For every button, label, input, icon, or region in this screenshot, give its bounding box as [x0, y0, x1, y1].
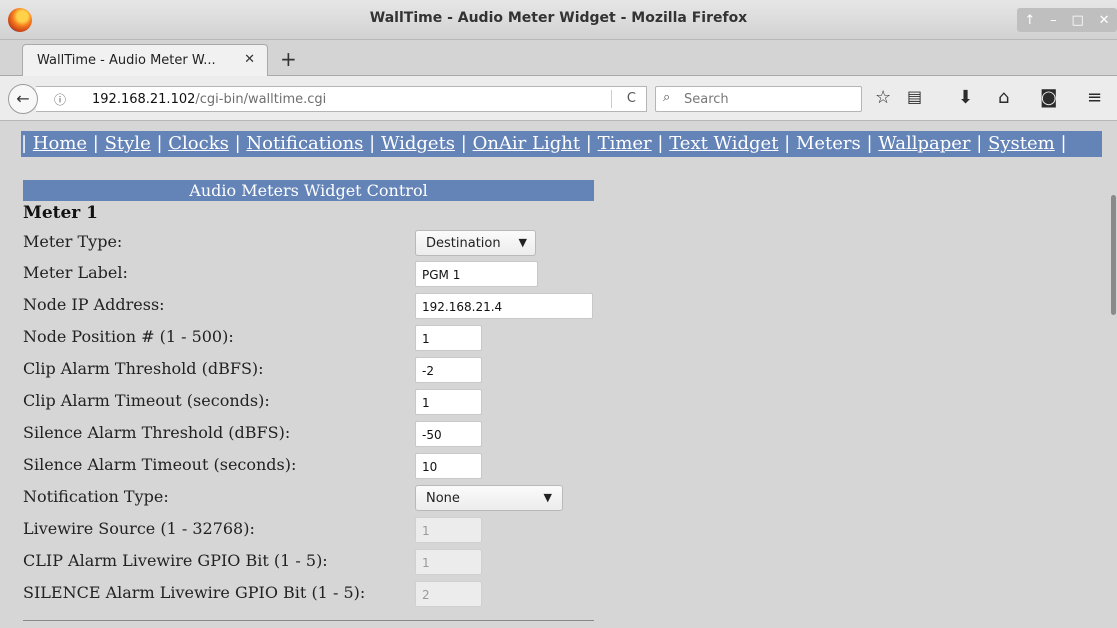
search-placeholder: Search	[684, 92, 729, 107]
search-input[interactable]: ⌕ Search	[655, 86, 862, 112]
notification-type-value: None	[426, 491, 460, 506]
url-separator	[611, 90, 612, 108]
nav-separator: |	[21, 133, 33, 154]
notification-type-label: Notification Type:	[23, 487, 169, 506]
chevron-down-icon: ▼	[543, 491, 552, 504]
nav-separator: |	[860, 133, 879, 154]
silence-timeout-label: Silence Alarm Timeout (seconds):	[23, 455, 297, 474]
meter-title: Meter 1	[23, 203, 99, 223]
clip-threshold-label: Clip Alarm Threshold (dBFS):	[23, 359, 264, 378]
window-title: WallTime - Audio Meter Widget - Mozilla …	[369, 10, 748, 26]
nav-link-widgets[interactable]: Widgets	[381, 133, 455, 154]
silence-gpio-input: 2	[415, 581, 482, 607]
title-bar: WallTime - Audio Meter Widget - Mozilla …	[0, 0, 1117, 40]
clip-threshold-input[interactable]: -2	[415, 357, 482, 383]
url-text: 192.168.21.102/cgi-bin/walltime.cgi	[92, 92, 326, 107]
nav-separator: |	[150, 133, 169, 154]
tab-bar: WallTime - Audio Meter W... ✕ +	[0, 40, 1117, 76]
nav-separator: |	[580, 133, 598, 154]
nav-separator: |	[363, 133, 381, 154]
site-nav-links: | Home | Style | Clocks | Notifications …	[21, 131, 1102, 157]
clip-gpio-label: CLIP Alarm Livewire GPIO Bit (1 - 5):	[23, 551, 328, 570]
tab-close-icon[interactable]: ✕	[244, 52, 255, 67]
window-maximize-icon[interactable]: □	[1072, 13, 1084, 28]
reload-icon[interactable]: C	[627, 91, 636, 106]
nav-link-meters-current: Meters	[795, 133, 861, 154]
node-position-input[interactable]: 1	[415, 325, 482, 351]
nav-separator: |	[778, 133, 796, 154]
nav-separator: |	[455, 133, 473, 154]
info-icon[interactable]: ⓘ	[54, 91, 66, 108]
window-minimize-icon[interactable]: –	[1050, 13, 1057, 28]
nav-separator: |	[228, 133, 247, 154]
tab-walltime[interactable]: WallTime - Audio Meter W... ✕	[22, 44, 268, 76]
star-icon[interactable]: ☆	[875, 87, 891, 108]
home-icon[interactable]: ⌂	[998, 87, 1009, 108]
divider	[23, 620, 594, 621]
silence-gpio-label: SILENCE Alarm Livewire GPIO Bit (1 - 5):	[23, 583, 366, 602]
window-up-icon[interactable]: ↑	[1024, 13, 1035, 28]
download-icon[interactable]: ⬇	[958, 87, 973, 108]
nav-link-clocks[interactable]: Clocks	[168, 133, 229, 154]
nav-separator: |	[651, 133, 670, 154]
notification-type-select[interactable]: None ▼	[415, 485, 563, 511]
livewire-source-label: Livewire Source (1 - 32768):	[23, 519, 255, 538]
clip-timeout-label: Clip Alarm Timeout (seconds):	[23, 391, 270, 410]
meter-type-value: Destination	[426, 236, 501, 251]
meter-label-label: Meter Label:	[23, 263, 128, 282]
nav-link-notifications[interactable]: Notifications	[246, 133, 363, 154]
node-ip-label: Node IP Address:	[23, 295, 165, 314]
silence-timeout-input[interactable]: 10	[415, 453, 482, 479]
scroll-thumb[interactable]	[1111, 195, 1116, 315]
pocket-icon[interactable]: ◙	[1040, 87, 1057, 108]
node-ip-input[interactable]: 192.168.21.4	[415, 293, 593, 319]
chevron-down-icon: ▼	[518, 236, 527, 249]
reading-list-icon[interactable]: ▤	[907, 87, 922, 106]
meter-type-label: Meter Type:	[23, 232, 123, 251]
nav-link-wallpaper[interactable]: Wallpaper	[878, 133, 970, 154]
navigation-bar: ⓘ 192.168.21.102/cgi-bin/walltime.cgi C …	[0, 76, 1117, 121]
window-close-icon[interactable]: ✕	[1099, 13, 1110, 28]
section-header: Audio Meters Widget Control	[23, 180, 594, 201]
nav-link-text-widget[interactable]: Text Widget	[669, 133, 778, 154]
nav-link-home[interactable]: Home	[33, 133, 87, 154]
nav-link-onair-light[interactable]: OnAir Light	[473, 133, 581, 154]
nav-link-style[interactable]: Style	[105, 133, 151, 154]
nav-separator: |	[87, 133, 105, 154]
node-position-label: Node Position # (1 - 500):	[23, 327, 234, 346]
url-host: 192.168.21.102	[92, 92, 196, 107]
meter-label-input[interactable]: PGM 1	[415, 261, 538, 287]
window-controls: ↑ – □ ✕	[1017, 8, 1117, 32]
clip-gpio-input: 1	[415, 549, 482, 575]
url-bar[interactable]: ⓘ 192.168.21.102/cgi-bin/walltime.cgi C	[36, 86, 647, 112]
page-content: | Home | Style | Clocks | Notifications …	[0, 121, 1117, 628]
clip-timeout-input[interactable]: 1	[415, 389, 482, 415]
nav-separator: |	[1054, 133, 1067, 154]
nav-link-system[interactable]: System	[988, 133, 1055, 154]
menu-icon[interactable]: ≡	[1087, 87, 1102, 108]
nav-separator: |	[970, 133, 989, 154]
search-icon: ⌕	[663, 90, 671, 105]
nav-link-timer[interactable]: Timer	[598, 133, 652, 154]
meter-type-select[interactable]: Destination ▼	[415, 230, 536, 256]
livewire-source-input: 1	[415, 517, 482, 543]
url-path: /cgi-bin/walltime.cgi	[195, 92, 327, 107]
new-tab-button[interactable]: +	[280, 47, 297, 71]
page-scrollbar[interactable]	[1109, 121, 1117, 628]
tab-label: WallTime - Audio Meter W...	[37, 53, 216, 68]
back-button[interactable]: ←	[8, 84, 38, 114]
silence-threshold-input[interactable]: -50	[415, 421, 482, 447]
silence-threshold-label: Silence Alarm Threshold (dBFS):	[23, 423, 291, 442]
